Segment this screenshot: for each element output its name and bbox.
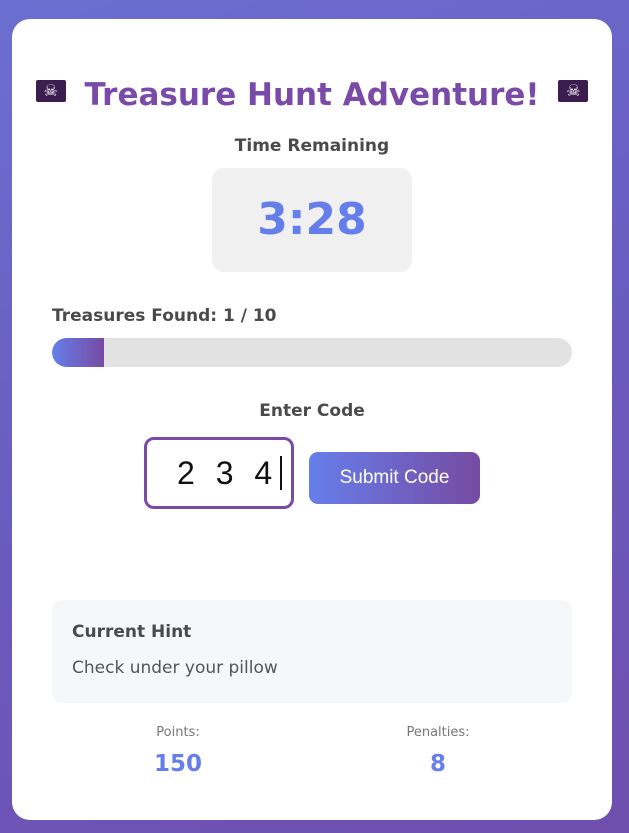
timer-value: 3:28 [257, 194, 367, 245]
penalties-label: Penalties: [406, 725, 470, 740]
progress-bar-fill [52, 338, 104, 367]
code-input[interactable]: 2 3 4 [144, 437, 294, 509]
hint-panel: Current Hint Check under your pillow [52, 600, 572, 703]
text-caret [280, 456, 283, 490]
progress-label: Treasures Found: 1 / 10 [52, 306, 277, 326]
penalties-stat: Penalties: 8 [338, 725, 538, 777]
points-stat: Points: 150 [78, 725, 278, 777]
points-value: 150 [153, 751, 202, 777]
page-title-row: Treasure Hunt Adventure! [12, 77, 612, 113]
submit-code-button[interactable]: Submit Code [309, 452, 480, 504]
pirate-flag-icon [558, 80, 589, 102]
hint-title: Current Hint [72, 622, 192, 642]
timer-label: Time Remaining [234, 136, 390, 156]
code-input-value: 2 3 4 [177, 455, 279, 491]
pirate-flag-icon [35, 80, 66, 102]
hint-text: Check under your pillow [72, 658, 278, 678]
points-label: Points: [156, 725, 200, 740]
game-card: Treasure Hunt Adventure! Time Remaining … [12, 19, 612, 820]
page-title: Treasure Hunt Adventure! [84, 77, 540, 113]
code-label: Enter Code [259, 401, 365, 421]
progress-bar [52, 338, 572, 367]
penalties-value: 8 [429, 751, 446, 777]
timer-display: 3:28 [212, 168, 412, 272]
